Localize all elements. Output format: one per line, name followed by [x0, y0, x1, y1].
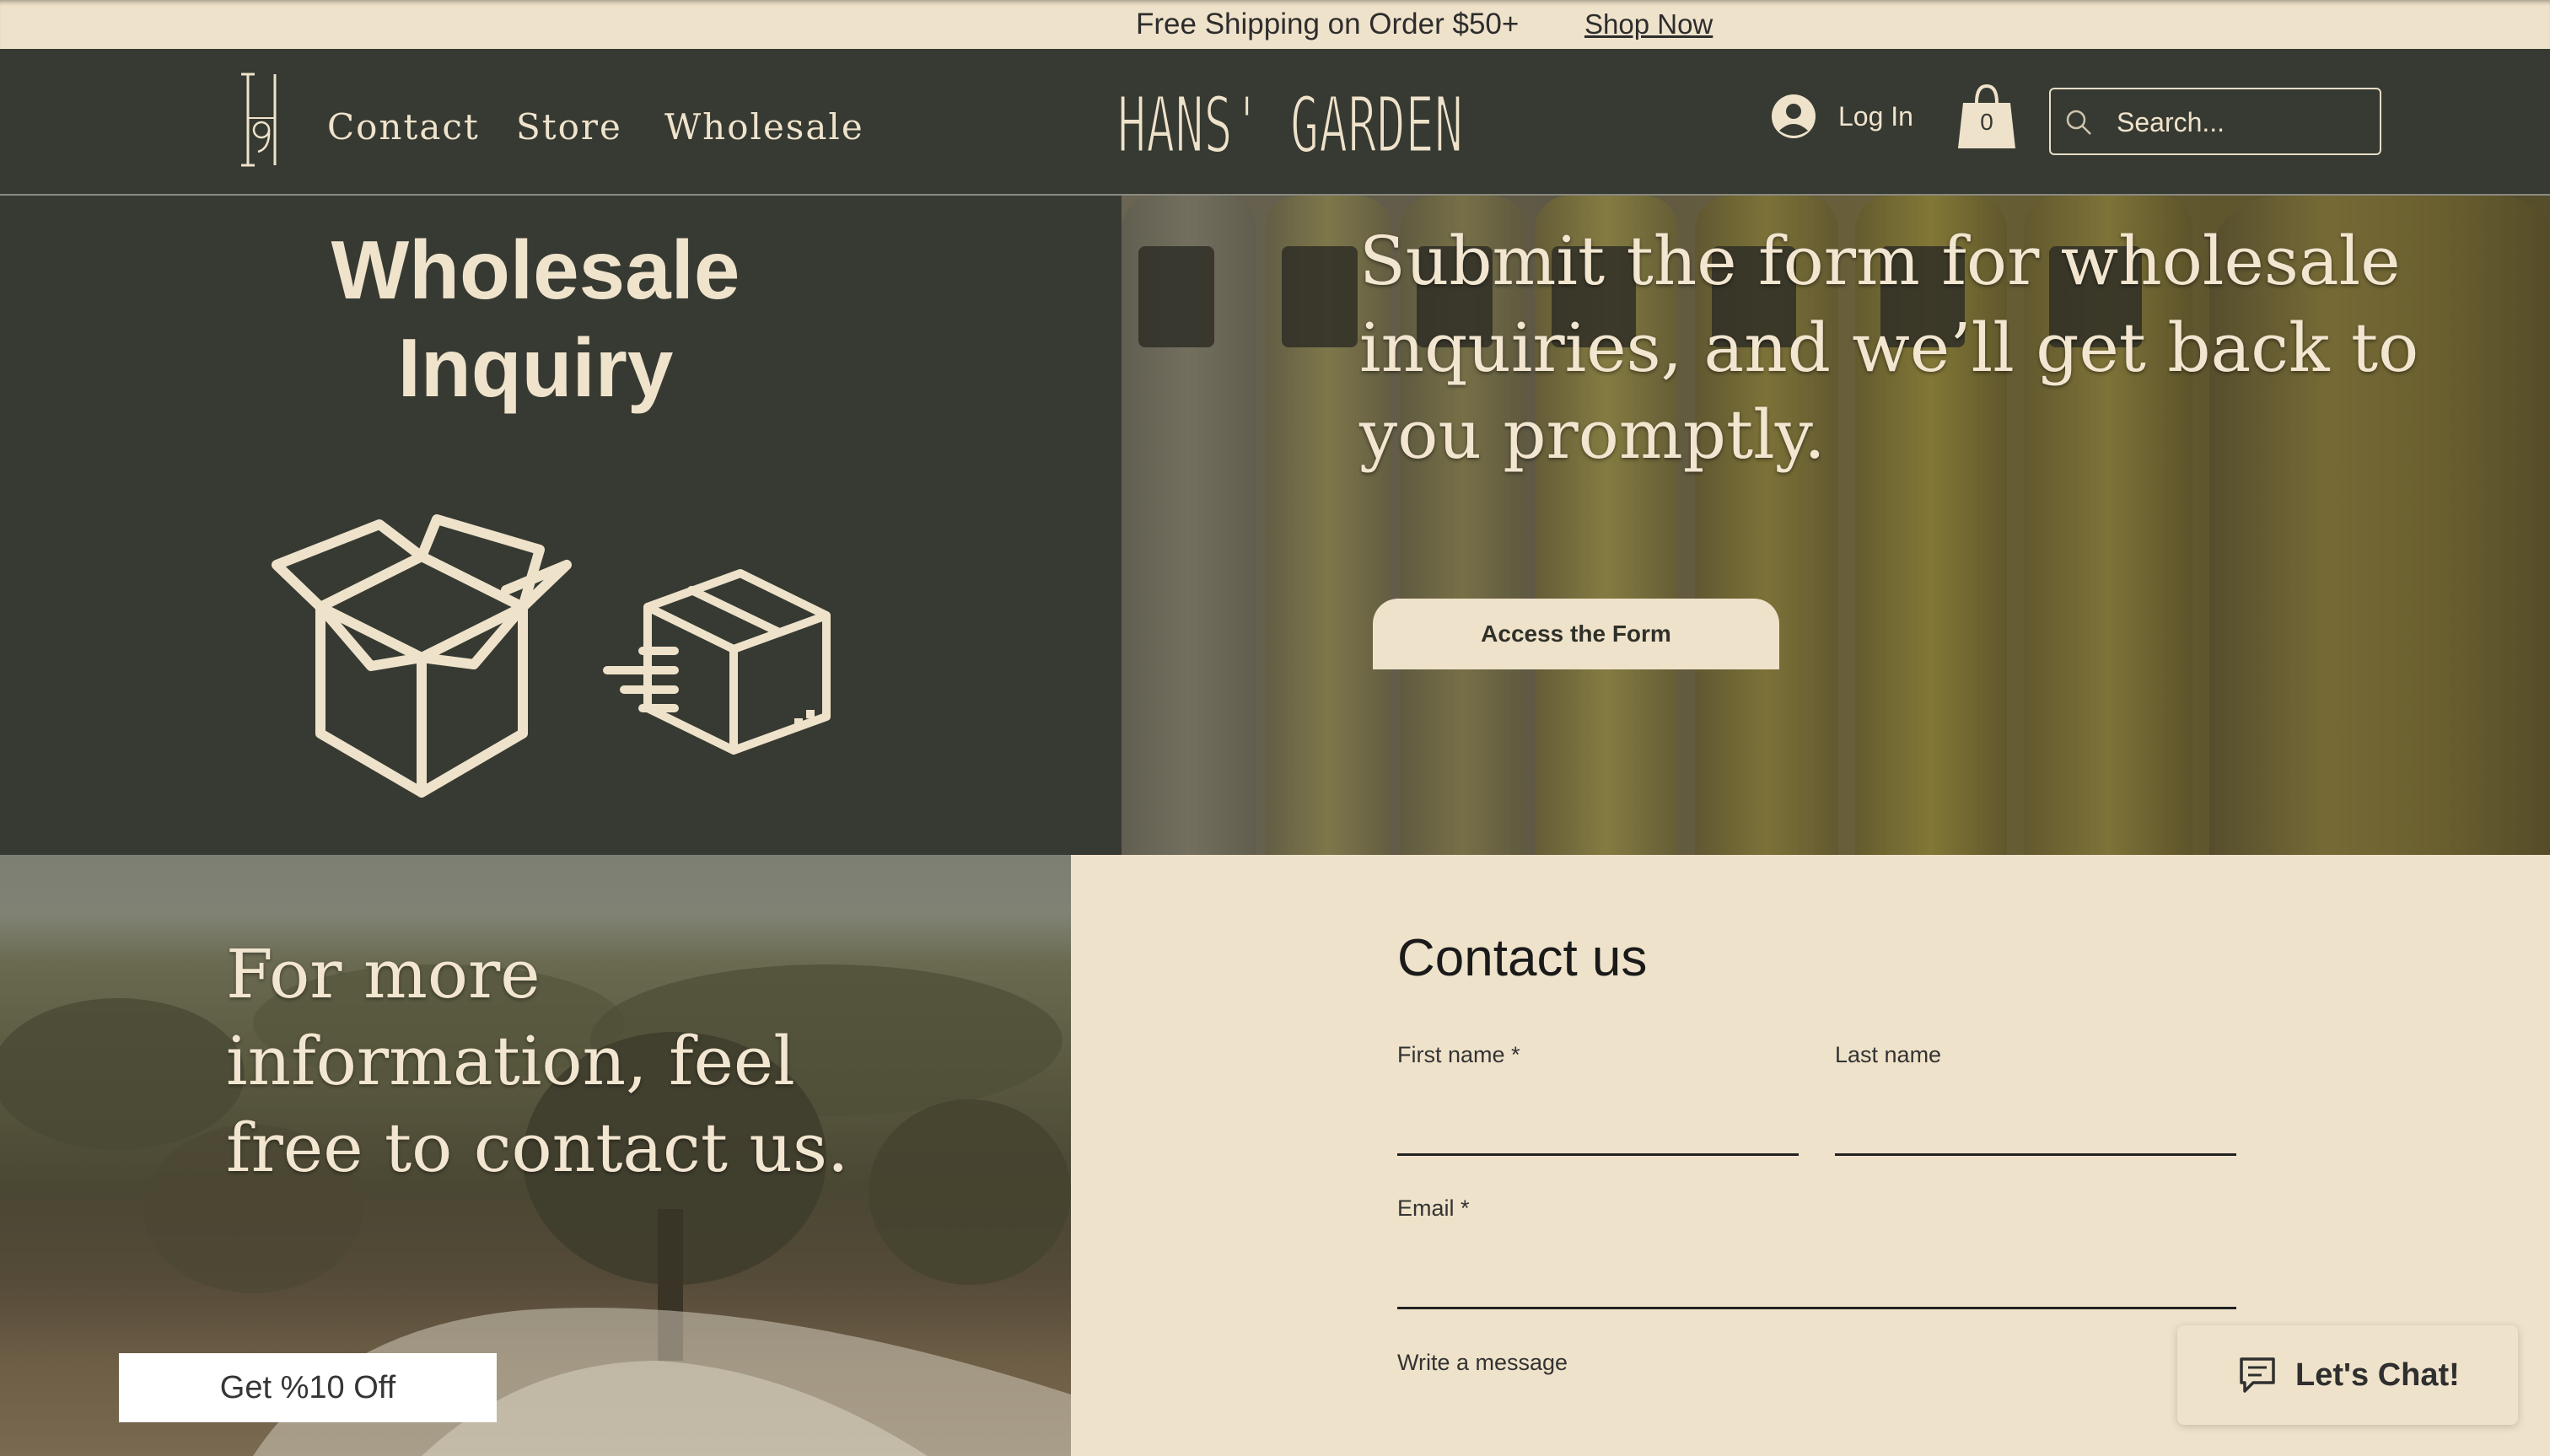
cart-count: 0 [1980, 109, 1993, 135]
fast-delivery-box-icon [603, 569, 831, 755]
nav-store[interactable]: Store [516, 106, 622, 148]
nav-contact[interactable]: Contact [327, 106, 480, 148]
brand-text: HANS' GARDEN [1117, 80, 1463, 162]
email-field[interactable] [1397, 1239, 2236, 1309]
wholesale-title-line2: Inquiry [397, 321, 674, 414]
wholesale-message: Submit the form for wholesale inquiries,… [1359, 222, 2419, 474]
contact-prompt-text: For more information, feel free to conta… [226, 935, 849, 1187]
wholesale-title-line1: Wholesale [331, 223, 740, 316]
boxes-illustration [272, 514, 831, 798]
user-avatar-icon[interactable] [1771, 94, 1816, 139]
email-label: Email * [1397, 1195, 1470, 1221]
announcement-text: Free Shipping on Order $50+ [1136, 8, 1520, 40]
last-name-label: Last name [1835, 1042, 1942, 1067]
open-box-icon [272, 514, 572, 798]
first-name-label: First name * [1397, 1042, 1520, 1067]
search-input[interactable] [2115, 98, 2371, 147]
contact-title: Contact us [1397, 929, 1648, 987]
chat-bubble-icon[interactable] [2236, 1354, 2278, 1396]
nav-wholesale[interactable]: Wholesale [664, 106, 864, 148]
login-link[interactable]: Log In [1838, 99, 1913, 133]
hg-monogram-icon[interactable] [238, 71, 285, 169]
brand-logo[interactable]: HANS' GARDEN [1113, 78, 1467, 163]
magnifier-icon [2066, 110, 2091, 135]
shop-now-link[interactable]: Shop Now [1584, 5, 1713, 44]
message-label: Write a message [1397, 1350, 1568, 1375]
wholesale-title: Wholesale Inquiry [253, 221, 818, 416]
first-name-field[interactable] [1397, 1088, 1799, 1156]
chat-label[interactable]: Let's Chat! [2295, 1356, 2460, 1394]
discount-button[interactable]: Get %10 Off [119, 1353, 497, 1422]
message-field[interactable] [1397, 1383, 2236, 1453]
last-name-field[interactable] [1835, 1088, 2236, 1156]
access-form-button[interactable]: Access the Form [1373, 599, 1779, 669]
